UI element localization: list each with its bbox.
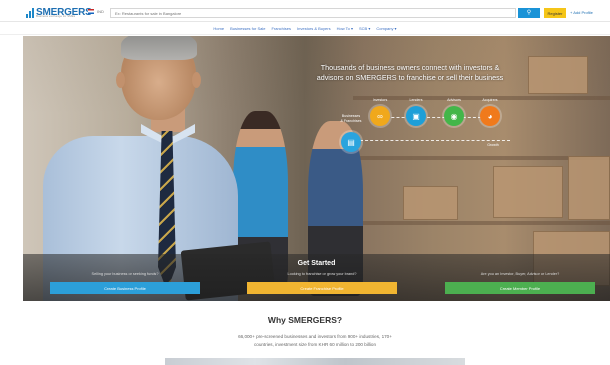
lenders-label: Lenders <box>409 98 423 102</box>
nav-home[interactable]: Home <box>213 26 224 31</box>
nav-scb[interactable]: SCB ▾ <box>359 26 370 31</box>
acquirer-icon: ◕ <box>487 111 493 121</box>
register-button[interactable]: Register <box>544 8 566 18</box>
businessman-ear <box>116 72 125 88</box>
search-icon: ⚲ <box>526 10 532 16</box>
businesses-node[interactable]: ▤ <box>341 132 361 152</box>
get-started-title: Get Started <box>297 260 336 267</box>
investors-label: Investors <box>372 98 388 102</box>
hero-headline-line1: Thousands of business owners connect wit… <box>320 63 500 72</box>
growth-connector-line <box>360 140 510 141</box>
add-profile-link[interactable]: + Add Profile <box>570 10 593 15</box>
advisors-node[interactable]: ◉ <box>444 106 464 126</box>
country-selector[interactable]: IND <box>97 9 104 14</box>
hero-headline: Thousands of business owners connect wit… <box>285 63 535 82</box>
nav-franchises[interactable]: Franchises <box>271 26 291 31</box>
warehouse-box <box>493 166 563 218</box>
acquirers-label: Acquirers <box>482 98 498 102</box>
nav-businesses-for-sale[interactable]: Businesses for Sale <box>230 26 265 31</box>
nav-company[interactable]: Company ▾ <box>376 26 396 31</box>
nav-investors-buyers[interactable]: Investors & Buyers <box>297 26 331 31</box>
get-started-section: Get Started Selling your business or see… <box>23 254 610 301</box>
main-nav: Home Businesses for Sale Franchises Inve… <box>0 22 610 35</box>
business-question: Selling your business or seeking funds? <box>91 272 159 276</box>
franchise-question: Looking to franchise or grow your brand? <box>287 272 357 276</box>
advisors-label: Advisors <box>447 98 461 102</box>
search-button[interactable]: ⚲ <box>518 8 540 18</box>
hero-headline-line2: advisors on SMERGERS to franchise or sel… <box>316 72 504 82</box>
logo-tagline: Business exchange for SMEs <box>36 14 76 18</box>
why-smergers-title: Why SMERGERS? <box>267 315 343 325</box>
acquirers-node[interactable]: ◕ <box>480 106 500 126</box>
businessman-ear <box>192 72 201 88</box>
country-flag-icon[interactable] <box>88 9 94 14</box>
warehouse-box <box>403 186 458 220</box>
why-line-1: 66,000+ pre-screened businesses and inve… <box>238 334 392 339</box>
search-input[interactable] <box>110 8 516 18</box>
nav-how-to[interactable]: How To ▾ <box>337 26 353 31</box>
why-smergers-description: 66,000+ pre-screened businesses and inve… <box>190 333 440 349</box>
why-line-2: countries, investment size from KHR 60 m… <box>253 342 377 347</box>
create-franchise-profile-button[interactable]: Create Franchise Profile <box>247 282 397 294</box>
growth-label: Growth <box>487 143 499 147</box>
warehouse-box <box>568 156 610 220</box>
member-question: Are you an Investor, Buyer, Advisor or L… <box>480 272 560 276</box>
business-icon: ▤ <box>347 137 355 147</box>
investors-node[interactable]: ∞ <box>370 106 390 126</box>
bank-icon: ▣ <box>412 111 420 121</box>
businessman-hair <box>121 36 197 60</box>
warehouse-shelf <box>353 221 610 225</box>
handshake-icon: ∞ <box>377 111 383 121</box>
top-bar: SMERGERS Business exchange for SMEs IND … <box>0 0 610 22</box>
warehouse-box <box>528 56 588 94</box>
create-member-profile-button[interactable]: Create Member Profile <box>445 282 595 294</box>
lenders-node[interactable]: ▣ <box>406 106 426 126</box>
logo-bars-icon <box>26 8 34 18</box>
world-map-strip <box>165 358 465 365</box>
businesses-franchises-label: Businesses & Franchises <box>340 114 362 123</box>
create-business-profile-button[interactable]: Create Business Profile <box>50 282 200 294</box>
advisor-icon: ◉ <box>450 111 458 121</box>
